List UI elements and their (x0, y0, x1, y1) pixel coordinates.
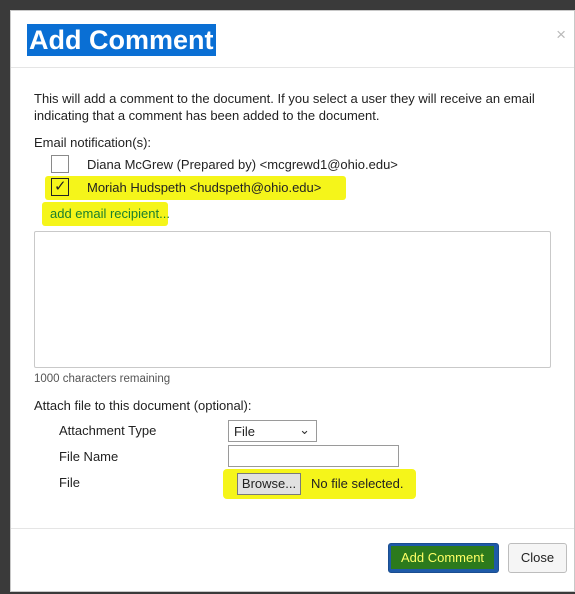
add-comment-button-label: Add Comment (391, 546, 494, 569)
checkmark-icon: ✓ (54, 178, 67, 195)
attachment-type-label: Attachment Type (59, 423, 157, 438)
add-comment-button[interactable]: Add Comment (388, 543, 499, 573)
attachment-type-value: File (234, 424, 255, 439)
recipient-label-1: Diana McGrew (Prepared by) <mcgrewd1@ohi… (87, 157, 398, 172)
browse-button[interactable]: Browse... (237, 473, 301, 495)
close-button[interactable]: Close (508, 543, 567, 573)
file-name-input[interactable] (228, 445, 399, 467)
recipient-checkbox-1[interactable] (51, 155, 69, 173)
intro-text: This will add a comment to the document.… (34, 91, 535, 123)
attachment-type-select[interactable]: File ⌄ (228, 420, 317, 442)
dialog-header: Add Comment × (11, 11, 574, 68)
add-email-recipient-link[interactable]: add email recipient... (50, 206, 170, 221)
recipient-checkbox-2[interactable]: ✓ (51, 178, 69, 196)
dialog-title: Add Comment (27, 24, 216, 56)
comment-textarea[interactable] (34, 231, 551, 368)
close-icon[interactable]: × (556, 25, 566, 45)
email-notifications-label: Email notification(s): (34, 135, 152, 150)
characters-remaining: 1000 characters remaining (34, 373, 171, 385)
recipient-label-2: Moriah Hudspeth <hudspeth@ohio.edu> (87, 180, 322, 195)
file-label: File (59, 475, 80, 490)
add-comment-dialog: Add Comment × This will add a comment to… (10, 10, 575, 592)
attach-file-label: Attach file to this document (optional): (34, 398, 252, 413)
chevron-down-icon: ⌄ (299, 422, 310, 437)
file-name-label: File Name (59, 449, 119, 464)
no-file-selected-text: No file selected. (311, 476, 404, 491)
